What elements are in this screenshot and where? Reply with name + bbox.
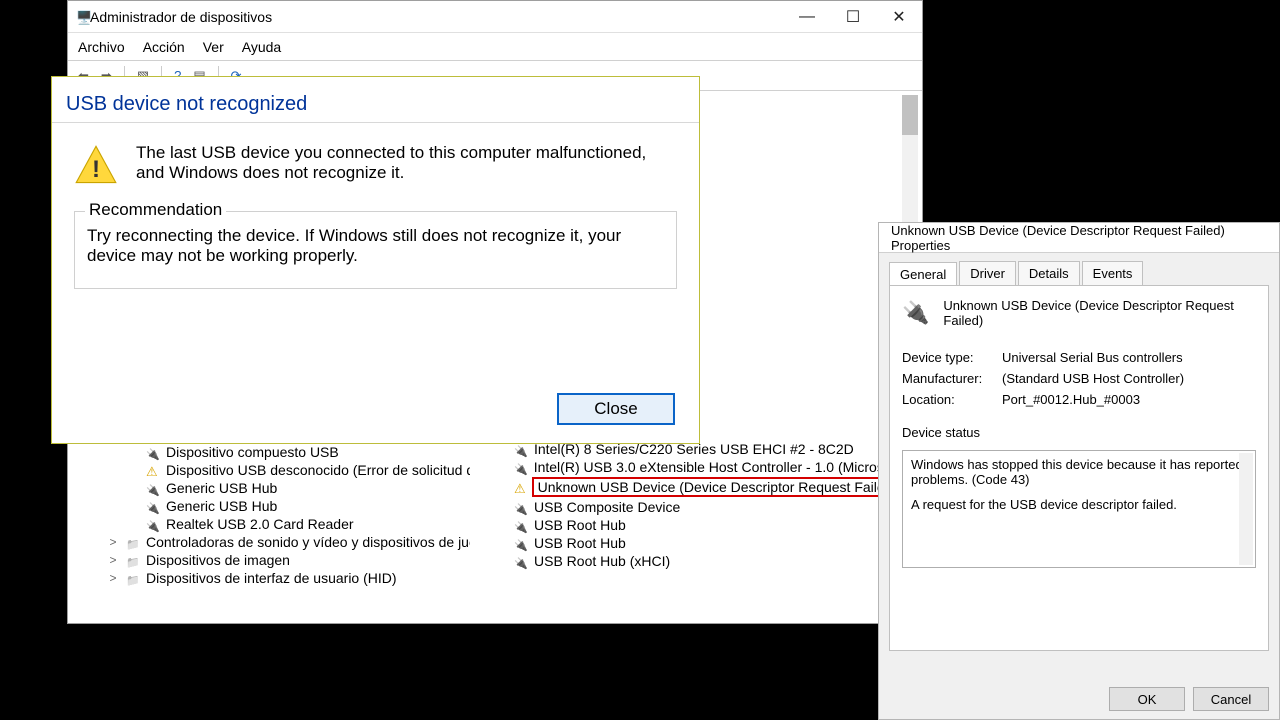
warning-icon	[146, 463, 160, 477]
tree-item-label: Generic USB Hub	[166, 498, 277, 514]
maximize-button[interactable]: ☐	[830, 2, 876, 32]
titlebar: 🖥️ Administrador de dispositivos — ☐ ✕	[68, 1, 922, 33]
properties-title: Unknown USB Device (Device Descriptor Re…	[879, 223, 1279, 253]
device-icon: 🔌	[902, 300, 929, 326]
tree-item-label: Unknown USB Device (Device Descriptor Re…	[532, 477, 903, 497]
tree-item-label: Realtek USB 2.0 Card Reader	[166, 516, 354, 532]
device-name: Unknown USB Device (Device Descriptor Re…	[943, 298, 1256, 328]
tree-item-label: USB Composite Device	[534, 499, 680, 515]
location-label: Location:	[902, 392, 1002, 407]
tree-item-label: Generic USB Hub	[166, 480, 277, 496]
usb-icon	[514, 500, 528, 514]
tree-item[interactable]: USB Composite Device	[470, 498, 880, 516]
app-icon: 🖥️	[76, 10, 90, 24]
usb-icon	[146, 517, 160, 531]
menu-accion[interactable]: Acción	[143, 39, 185, 55]
tree-item-label: Dispositivos de imagen	[146, 552, 290, 568]
usb-icon	[146, 499, 160, 513]
device-tree-right: … USB EHCI #1 - 8C26Intel(R) 8 Series/C2…	[470, 422, 880, 570]
menu-archivo[interactable]: Archivo	[78, 39, 125, 55]
device-status-label: Device status	[902, 425, 1256, 440]
tree-item[interactable]: USB Root Hub	[470, 534, 880, 552]
tab-general[interactable]: General	[889, 262, 957, 286]
status-scrollbar[interactable]	[1239, 453, 1253, 565]
usb-icon	[146, 445, 160, 459]
cancel-button[interactable]: Cancel	[1193, 687, 1269, 711]
tree-item[interactable]: Unknown USB Device (Device Descriptor Re…	[470, 476, 880, 498]
warning-icon	[514, 480, 526, 494]
notification-title: USB device not recognized	[52, 77, 699, 122]
usb-notification-dialog: USB device not recognized ! The last USB…	[51, 76, 700, 444]
recommendation-label: Recommendation	[85, 200, 226, 220]
minimize-button[interactable]: —	[784, 2, 830, 32]
tree-item-label: USB Root Hub	[534, 535, 626, 551]
usb-icon	[514, 554, 528, 568]
tree-item[interactable]: Intel(R) USB 3.0 eXtensible Host Control…	[470, 458, 880, 476]
tree-item[interactable]: USB Root Hub	[470, 516, 880, 534]
device-status-box[interactable]: Windows has stopped this device because …	[902, 450, 1256, 568]
tree-item-label: Dispositivos de interfaz de usuario (HID…	[146, 570, 397, 586]
device-type-value: Universal Serial Bus controllers	[1002, 350, 1183, 365]
location-value: Port_#0012.Hub_#0003	[1002, 392, 1140, 407]
usb-icon	[146, 481, 160, 495]
cat-icon	[126, 535, 140, 549]
properties-tabs: General Driver Details Events	[879, 253, 1279, 285]
close-button[interactable]: ✕	[876, 2, 922, 32]
recommendation-box: Recommendation Try reconnecting the devi…	[74, 211, 677, 289]
properties-dialog: Unknown USB Device (Device Descriptor Re…	[878, 222, 1280, 720]
tree-item-label: USB Root Hub	[534, 517, 626, 533]
close-notification-button[interactable]: Close	[557, 393, 675, 425]
cat-icon	[126, 571, 140, 585]
status-line-1: Windows has stopped this device because …	[911, 457, 1247, 487]
tree-item-label: Dispositivo compuesto USB	[166, 444, 339, 460]
tab-events[interactable]: Events	[1082, 261, 1144, 285]
cat-icon	[126, 553, 140, 567]
tree-item-label: USB Root Hub (xHCI)	[534, 553, 670, 569]
usb-icon	[514, 518, 528, 532]
usb-icon	[514, 536, 528, 550]
tree-item-label: Intel(R) USB 3.0 eXtensible Host Control…	[534, 459, 904, 475]
window-title: Administrador de dispositivos	[90, 9, 784, 25]
recommendation-text: Try reconnecting the device. If Windows …	[87, 220, 664, 266]
manufacturer-value: (Standard USB Host Controller)	[1002, 371, 1184, 386]
manufacturer-label: Manufacturer:	[902, 371, 1002, 386]
warning-icon: !	[74, 143, 118, 187]
menubar: Archivo Acción Ver Ayuda	[68, 33, 922, 61]
svg-text:!: !	[92, 156, 100, 183]
device-type-label: Device type:	[902, 350, 1002, 365]
menu-ver[interactable]: Ver	[203, 39, 224, 55]
tree-item-label: Dispositivo USB desconocido (Error de so…	[166, 462, 515, 478]
tab-driver[interactable]: Driver	[959, 261, 1016, 285]
usb-icon	[514, 442, 528, 456]
usb-icon	[514, 460, 528, 474]
tree-item[interactable]: USB Root Hub (xHCI)	[470, 552, 880, 570]
ok-button[interactable]: OK	[1109, 687, 1185, 711]
notification-message: The last USB device you connected to thi…	[136, 143, 646, 187]
tree-item-label: Controladoras de sonido y vídeo y dispos…	[146, 534, 492, 550]
tree-item[interactable]: >Dispositivos de interfaz de usuario (HI…	[76, 569, 902, 587]
status-line-2: A request for the USB device descriptor …	[911, 497, 1247, 512]
menu-ayuda[interactable]: Ayuda	[242, 39, 281, 55]
tab-panel-general: 🔌 Unknown USB Device (Device Descriptor …	[889, 285, 1269, 651]
tab-details[interactable]: Details	[1018, 261, 1080, 285]
